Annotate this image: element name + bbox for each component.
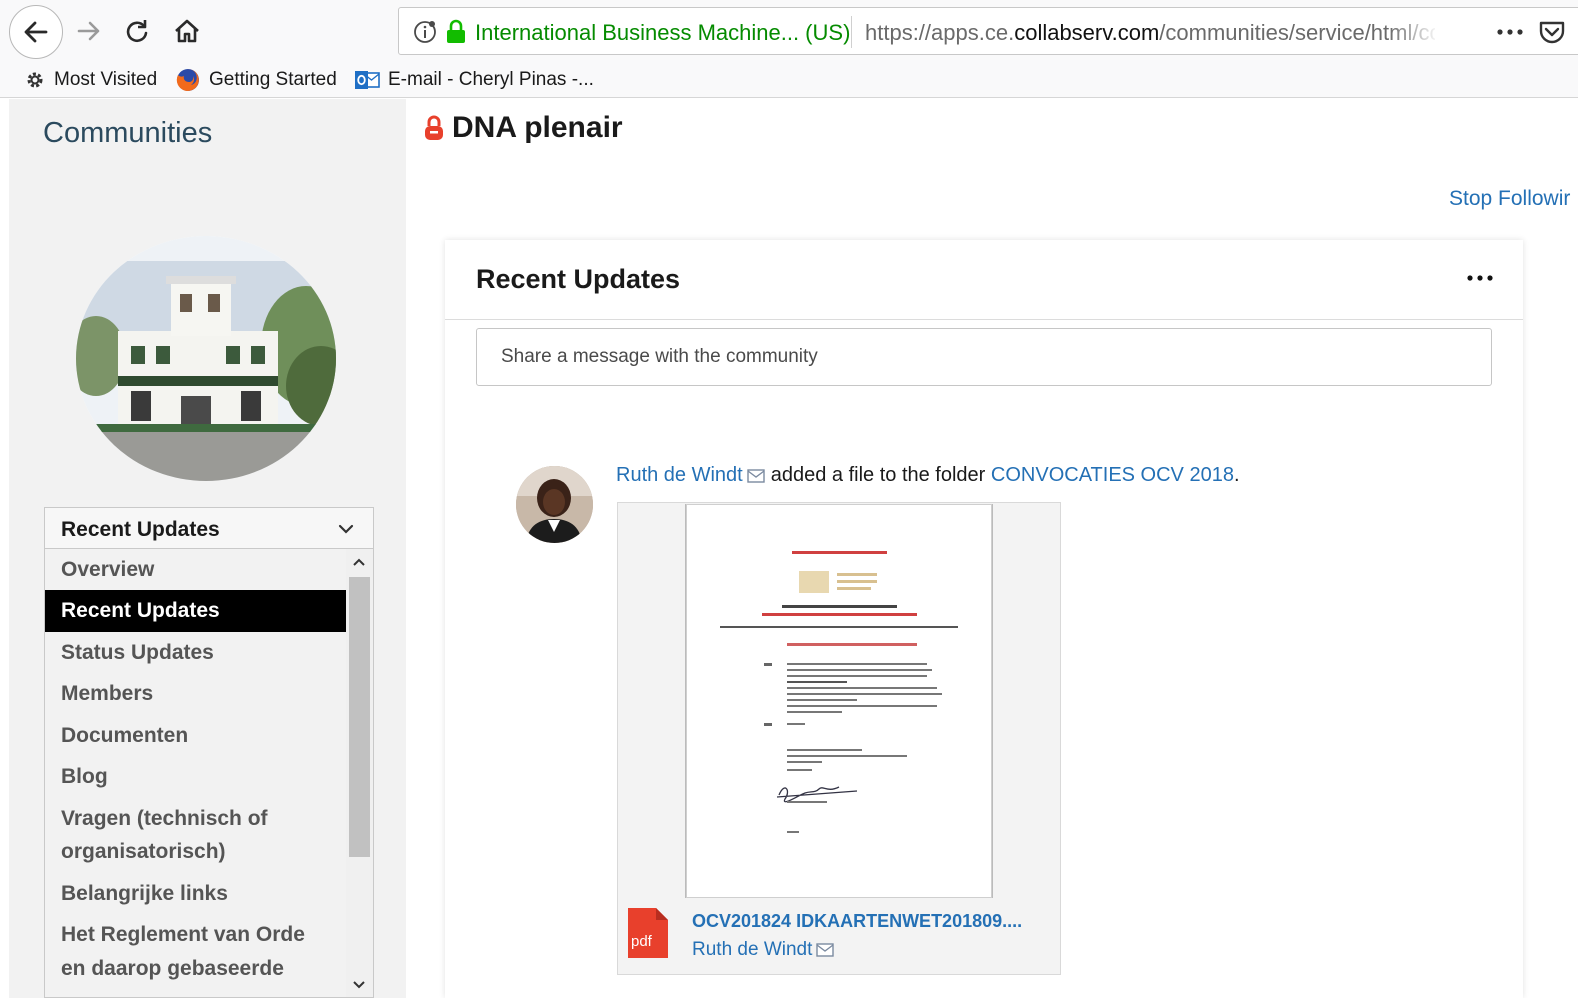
user-photo [516,466,593,543]
communities-link[interactable]: Communities [43,117,212,150]
url-separator [851,16,852,48]
browser-toolbar: International Business Machine... (US) h… [0,0,1578,62]
reload-button[interactable] [120,14,154,48]
chevron-down-icon[interactable] [351,978,367,992]
nav-item-documenten[interactable]: Documenten [45,719,347,752]
bookmark-most-visited[interactable]: Most Visited [24,66,157,94]
back-button[interactable] [9,5,63,59]
card-divider [445,319,1523,320]
nav-dropdown-selected: Recent Updates [61,518,220,541]
nav-item-reglement[interactable]: Het Reglement van Orde [45,918,347,951]
bookmark-label: Most Visited [54,69,158,90]
page-actions-more-icon[interactable] [1493,18,1527,46]
more-options-icon[interactable] [1465,266,1495,290]
activity-folder-link[interactable]: CONVOCATIES OCV 2018 [991,464,1234,487]
nav-item-members[interactable]: Members [45,677,347,710]
bookmark-email[interactable]: E-mail - Cheryl Pinas -... [354,66,594,94]
lock-icon [425,115,443,140]
nav-item-overview[interactable]: Overview [45,553,347,586]
file-name-link[interactable]: OCV201824 IDKAARTENWET201809.... [692,911,1022,932]
nav-item-vragen[interactable]: Vragen (technisch of [45,802,347,835]
url-domain: collabserv.com [1014,20,1160,45]
stop-following-link[interactable]: Stop Followir [1449,187,1570,211]
building-photo [76,236,336,481]
mail-icon[interactable] [816,942,835,958]
gear-icon [27,72,43,88]
arrow-left-icon [24,21,48,43]
nav-item-status-updates[interactable]: Status Updates [45,636,347,669]
nav-item-vragen-cont[interactable]: organisatorisch) [45,835,347,868]
community-nav-list: Overview Recent Updates Status Updates M… [44,549,374,998]
community-sidebar: Communities Recent Updates Overview Rece… [9,99,406,998]
url-bar[interactable]: International Business Machine... (US) h… [398,7,1578,55]
document-thumbnail[interactable] [686,504,992,898]
bookmarks-bar: Most Visited Getting Started E-mail - Ch… [0,62,1578,98]
nav-item-recent-updates[interactable]: Recent Updates [45,590,347,632]
forward-button[interactable] [72,14,106,48]
file-attachment-card[interactable]: pdf OCV201824 IDKAARTENWET201809.... Rut… [617,502,1061,975]
file-author: Ruth de Windt [692,939,840,961]
arrow-right-icon [77,21,100,41]
url-prefix: https://apps.ce. [865,20,1015,45]
info-icon[interactable] [413,20,437,44]
card-title: Recent Updates [476,264,681,294]
nav-item-belangrijke-links[interactable]: Belangrijke links [45,877,347,910]
share-message-input[interactable] [476,328,1492,386]
url-text[interactable]: https://apps.ce.collabserv.com/communiti… [865,20,1435,46]
mail-icon[interactable] [747,468,765,484]
community-image [76,236,336,481]
scroll-thumb[interactable] [349,577,370,857]
firefox-icon [176,69,199,91]
reload-icon [126,20,148,43]
chevron-up-icon[interactable] [351,555,367,569]
bookmark-label: E-mail - Cheryl Pinas -... [388,69,594,90]
chevron-down-icon [338,524,354,534]
bookmark-label: Getting Started [209,69,337,90]
page-title: DNA plenair [452,111,623,144]
activity-user-link[interactable]: Ruth de Windt [616,464,743,487]
avatar[interactable] [516,466,593,543]
home-button[interactable] [170,14,204,48]
home-icon [175,19,199,43]
lock-icon [447,19,465,43]
pocket-icon[interactable] [1537,18,1567,46]
outlook-icon [355,71,380,89]
activity-entry: Ruth de Windt added a file to the folder… [616,464,1240,487]
site-identity: International Business Machine... (US) [475,20,851,45]
community-header: DNA plenair [424,110,623,146]
document-preview-image [687,505,991,897]
activity-action: added a file to the folder [770,464,986,486]
url-fade [1389,14,1439,50]
activity-end: . [1233,464,1240,486]
nav-item-reglement-cont[interactable]: en daarop gebaseerde [45,952,347,985]
pdf-icon: pdf [628,908,668,958]
file-author-link[interactable]: Ruth de Windt [692,939,812,961]
pdf-label: pdf [631,933,653,950]
recent-updates-card: Recent Updates Ruth de Windt added a fil… [445,240,1523,998]
community-nav-dropdown[interactable]: Recent Updates [44,507,374,549]
bookmark-getting-started[interactable]: Getting Started [175,66,337,94]
nav-item-blog[interactable]: Blog [45,760,347,793]
nav-scrollbar[interactable] [346,549,373,997]
